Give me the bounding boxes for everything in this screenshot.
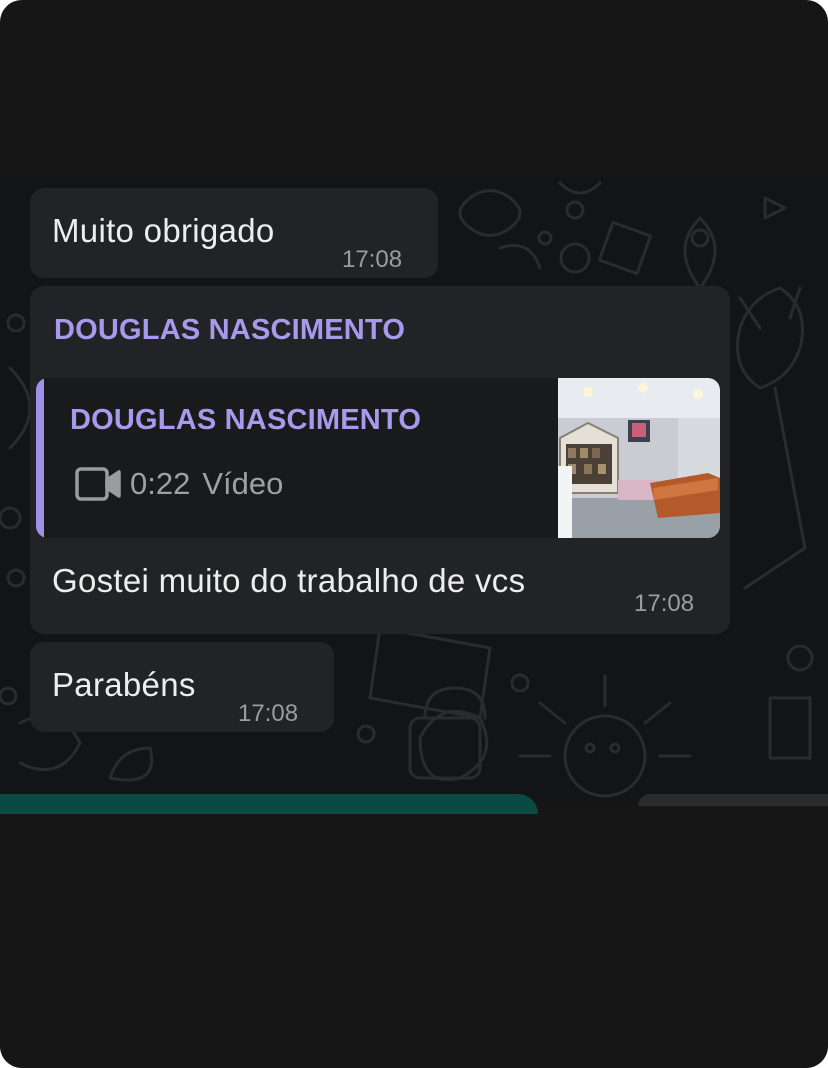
send-area[interactable] <box>638 794 828 806</box>
app-frame: Muito obrigado 17:08 DOUGLAS NASCIMENTO … <box>0 0 828 1068</box>
message-text: Parabéns <box>52 666 196 703</box>
video-duration: 0:22 <box>130 466 191 501</box>
message-bubble-with-reply[interactable]: DOUGLAS NASCIMENTO DOUGLAS NASCIMENTO 0:… <box>30 286 730 634</box>
message-timestamp: 17:08 <box>342 246 403 273</box>
message-sender-name[interactable]: DOUGLAS NASCIMENTO <box>54 314 405 347</box>
video-thumbnail-image <box>558 378 720 538</box>
message-timestamp: 17:08 <box>634 590 695 617</box>
chat-area[interactable]: Muito obrigado 17:08 DOUGLAS NASCIMENTO … <box>0 178 828 802</box>
video-camera-icon <box>75 467 121 501</box>
message-input-bar[interactable] <box>0 794 538 814</box>
bottom-area <box>0 802 828 1068</box>
message-timestamp: 17:08 <box>238 700 299 727</box>
message-bubble[interactable]: Parabéns 17:08 <box>30 642 334 732</box>
quote-accent-bar <box>36 378 44 538</box>
quoted-sender-name: DOUGLAS NASCIMENTO <box>70 404 422 436</box>
media-type-label: Vídeo <box>202 466 284 501</box>
message-text: Muito obrigado <box>52 212 275 249</box>
message-text: Gostei muito do trabalho de vcs <box>52 562 526 599</box>
message-bubble[interactable]: Muito obrigado 17:08 <box>30 188 438 278</box>
quoted-media-info: 0:22 Vídeo <box>74 464 283 504</box>
video-thumbnail[interactable] <box>558 378 720 538</box>
quoted-message[interactable]: DOUGLAS NASCIMENTO 0:22 Vídeo <box>36 378 720 538</box>
